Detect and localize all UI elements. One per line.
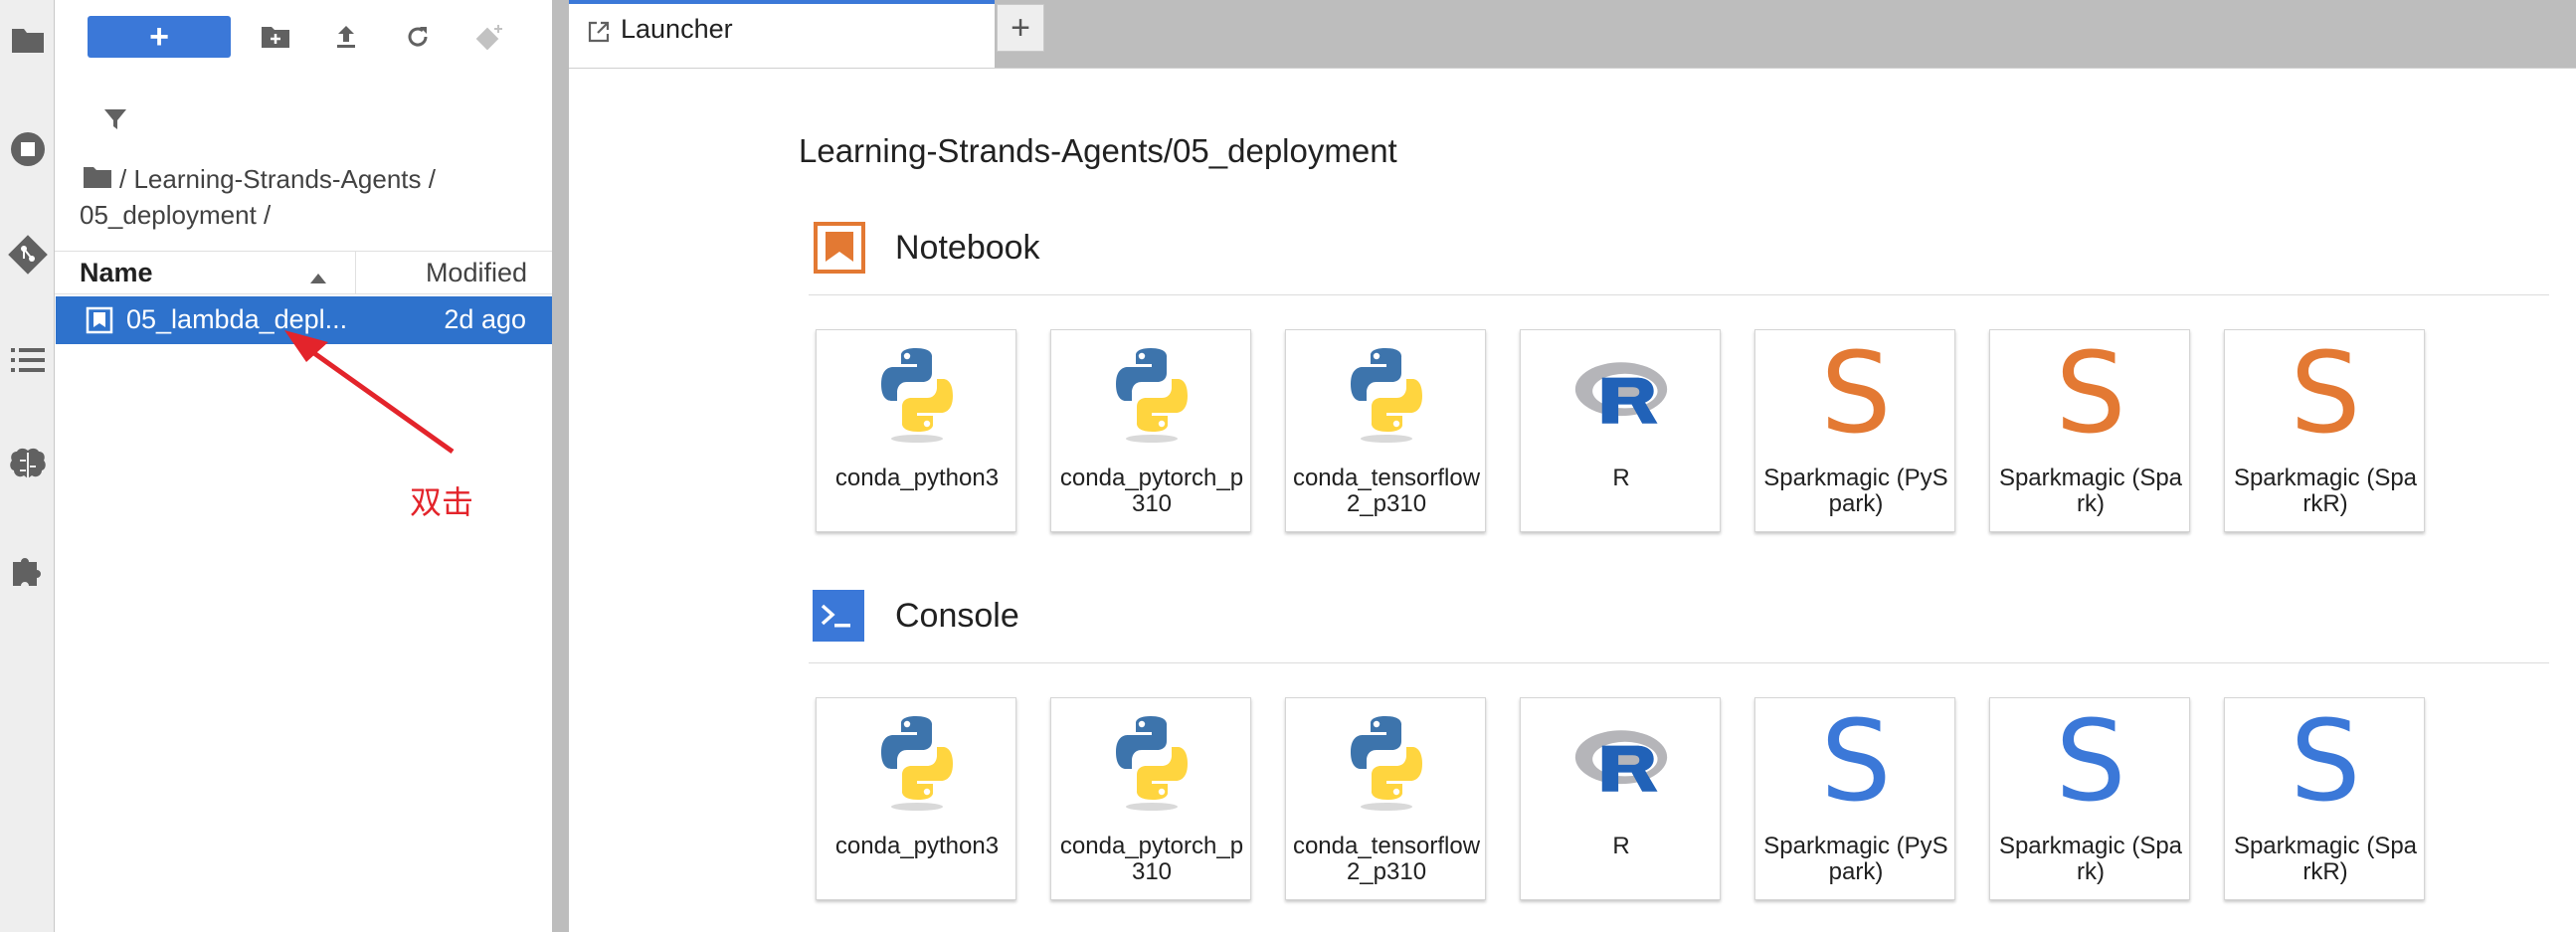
console-kernel-card[interactable]: S Sparkmagic (Spark) xyxy=(1989,697,2190,900)
console-kernel-card[interactable]: S Sparkmagic (PySpark) xyxy=(1754,697,1955,900)
sparkmagic-s-icon: S xyxy=(1820,329,1892,459)
notebook-kernel-label: Sparkmagic (SparkR) xyxy=(2233,465,2418,517)
notebook-section-title: Notebook xyxy=(895,229,1040,267)
file-list-header: Name Modified xyxy=(55,251,552,294)
notebook-section-icon xyxy=(813,221,866,280)
python-logo-icon xyxy=(1337,712,1436,812)
new-folder-icon[interactable] xyxy=(258,22,293,52)
brain-icon[interactable] xyxy=(0,436,55,495)
sparkmagic-s-icon: S xyxy=(1820,697,1892,827)
sparkmagic-s-icon: S xyxy=(2290,329,2361,459)
panel-splitter[interactable] xyxy=(552,0,569,932)
annotation-arrow-icon xyxy=(284,330,455,455)
python-logo-icon xyxy=(1102,712,1201,812)
add-tab-button[interactable]: + xyxy=(997,4,1044,52)
sparkmagic-s-icon: S xyxy=(2290,697,2361,827)
notebook-file-icon xyxy=(86,306,113,341)
console-kernel-card[interactable]: S Sparkmagic (SparkR) xyxy=(2224,697,2425,900)
add-tab-label: + xyxy=(1011,8,1030,47)
launcher-cwd: Learning-Strands-Agents/05_deployment xyxy=(799,132,1397,169)
filter-icon[interactable] xyxy=(99,103,131,135)
column-modified-header[interactable]: Modified xyxy=(426,258,527,288)
file-browser-panel xyxy=(55,0,552,932)
annotation-text: 双击 xyxy=(410,483,474,521)
sort-ascending-icon[interactable] xyxy=(308,262,328,292)
console-kernel-card[interactable]: conda_tensorflow2_p310 xyxy=(1285,697,1486,900)
python-logo-icon xyxy=(1337,344,1436,444)
git-clone-icon[interactable] xyxy=(471,22,507,52)
console-kernel-card[interactable]: conda_pytorch_p310 xyxy=(1050,697,1251,900)
column-name-header[interactable]: Name xyxy=(80,258,153,288)
notebook-kernel-card[interactable]: S Sparkmagic (SparkR) xyxy=(2224,329,2425,532)
console-kernel-label: Sparkmagic (PySpark) xyxy=(1763,833,1948,885)
refresh-icon[interactable] xyxy=(400,22,436,52)
notebook-kernel-label: Sparkmagic (PySpark) xyxy=(1763,465,1948,517)
running-kernels-icon[interactable] xyxy=(0,119,55,179)
git-icon[interactable] xyxy=(0,225,55,284)
console-section-title: Console xyxy=(895,597,1019,635)
new-launcher-label: + xyxy=(149,18,169,56)
console-section-icon xyxy=(813,590,864,647)
console-section-divider xyxy=(809,662,2549,663)
python-logo-icon xyxy=(867,344,967,444)
console-kernel-label: conda_pytorch_p310 xyxy=(1059,833,1244,885)
r-logo-icon xyxy=(1571,344,1671,444)
breadcrumb[interactable]: / Learning-Strands-Agents / 05_deploymen… xyxy=(80,161,497,233)
new-launcher-button[interactable]: + xyxy=(88,16,231,58)
tab-launcher[interactable]: Launcher xyxy=(569,0,995,68)
notebook-kernel-card[interactable]: conda_tensorflow2_p310 xyxy=(1285,329,1486,532)
notebook-kernel-label: conda_pytorch_p310 xyxy=(1059,465,1244,517)
extensions-puzzle-icon[interactable] xyxy=(0,541,55,601)
console-kernel-label: conda_tensorflow2_p310 xyxy=(1292,833,1481,885)
sparkmagic-s-icon: S xyxy=(2055,329,2126,459)
table-of-contents-icon[interactable] xyxy=(0,330,55,390)
python-logo-icon xyxy=(867,712,967,812)
notebook-kernel-label: conda_tensorflow2_p310 xyxy=(1292,465,1481,517)
notebook-kernel-label: Sparkmagic (Spark) xyxy=(1998,465,2183,517)
breadcrumb-path[interactable]: / Learning-Strands-Agents / 05_deploymen… xyxy=(80,164,436,230)
console-kernel-label: R xyxy=(1612,833,1630,859)
launcher-tab-icon xyxy=(587,20,611,49)
console-kernel-card[interactable]: R xyxy=(1520,697,1721,900)
sparkmagic-s-icon: S xyxy=(2055,697,2126,827)
notebook-kernel-card[interactable]: S Sparkmagic (Spark) xyxy=(1989,329,2190,532)
notebook-kernel-card[interactable]: S Sparkmagic (PySpark) xyxy=(1754,329,1955,532)
notebook-kernel-card[interactable]: R xyxy=(1520,329,1721,532)
notebook-kernel-card[interactable]: conda_pytorch_p310 xyxy=(1050,329,1251,532)
notebook-kernel-label: conda_python3 xyxy=(834,465,1000,491)
folder-icon[interactable] xyxy=(0,10,55,70)
activity-bar xyxy=(0,0,55,932)
python-logo-icon xyxy=(1102,344,1201,444)
tab-label: Launcher xyxy=(621,14,733,44)
upload-icon[interactable] xyxy=(328,22,364,52)
console-kernel-label: conda_python3 xyxy=(834,833,1000,859)
console-kernel-card[interactable]: conda_python3 xyxy=(816,697,1016,900)
console-kernel-label: Sparkmagic (Spark) xyxy=(1998,833,2183,885)
r-logo-icon xyxy=(1571,712,1671,812)
notebook-kernel-card[interactable]: conda_python3 xyxy=(816,329,1016,532)
notebook-section-divider xyxy=(809,294,2549,295)
column-divider[interactable] xyxy=(355,252,356,293)
notebook-kernel-label: R xyxy=(1612,465,1630,491)
console-kernel-label: Sparkmagic (SparkR) xyxy=(2233,833,2418,885)
